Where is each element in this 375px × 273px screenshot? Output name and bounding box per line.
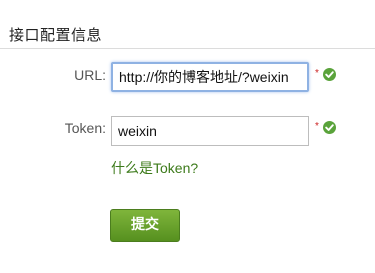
url-label: URL:: [74, 67, 106, 83]
submit-button[interactable]: 提交: [110, 209, 180, 242]
section-title: 接口配置信息: [9, 26, 103, 44]
token-label: Token:: [64, 120, 106, 136]
url-valid-check-icon: [323, 68, 336, 81]
token-input[interactable]: [111, 116, 309, 146]
section-divider: [0, 48, 375, 49]
url-input[interactable]: [111, 62, 309, 92]
token-valid-check-icon: [323, 121, 336, 134]
interface-config-panel: 接口配置信息 URL: * Token: * 什么是Token? 提交: [0, 0, 375, 273]
url-required-mark: *: [315, 68, 319, 79]
what-is-token-link[interactable]: 什么是Token?: [111, 158, 198, 178]
token-required-mark: *: [315, 121, 319, 132]
